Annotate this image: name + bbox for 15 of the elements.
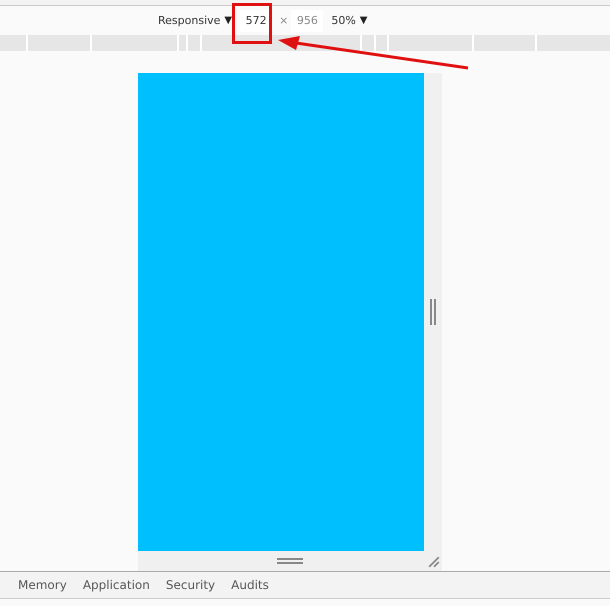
media-query-bar[interactable]	[0, 35, 610, 51]
caret-icon[interactable]: ▼	[224, 15, 232, 26]
drawer-tab[interactable]: Memory	[10, 578, 75, 592]
drawer-tab[interactable]: Security	[158, 578, 224, 592]
resize-handle-icon[interactable]	[277, 558, 303, 564]
highlight-box	[232, 3, 272, 44]
device-select[interactable]: Responsive	[158, 14, 220, 27]
drawer-tab[interactable]: Audits	[223, 578, 277, 592]
zoom-select[interactable]: 50%	[331, 14, 356, 27]
resize-corner-icon[interactable]	[428, 556, 440, 568]
height-field[interactable]: 956	[291, 10, 324, 32]
times-sign: ×	[279, 14, 288, 27]
caret-icon[interactable]: ▼	[360, 15, 368, 26]
resize-handle-icon[interactable]	[430, 299, 436, 325]
drawer-tab[interactable]: Application	[74, 578, 158, 592]
